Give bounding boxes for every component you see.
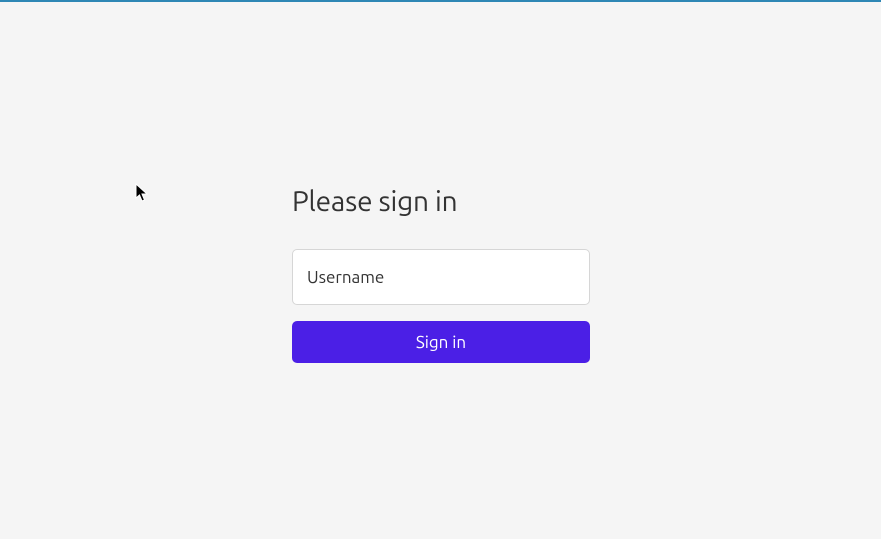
signin-button[interactable]: Sign in (292, 321, 590, 363)
signin-form: Please sign in Sign in (292, 186, 590, 363)
username-input[interactable] (292, 249, 590, 305)
top-accent-border (0, 0, 881, 2)
signin-heading: Please sign in (292, 186, 590, 217)
mouse-cursor-icon (135, 183, 149, 203)
